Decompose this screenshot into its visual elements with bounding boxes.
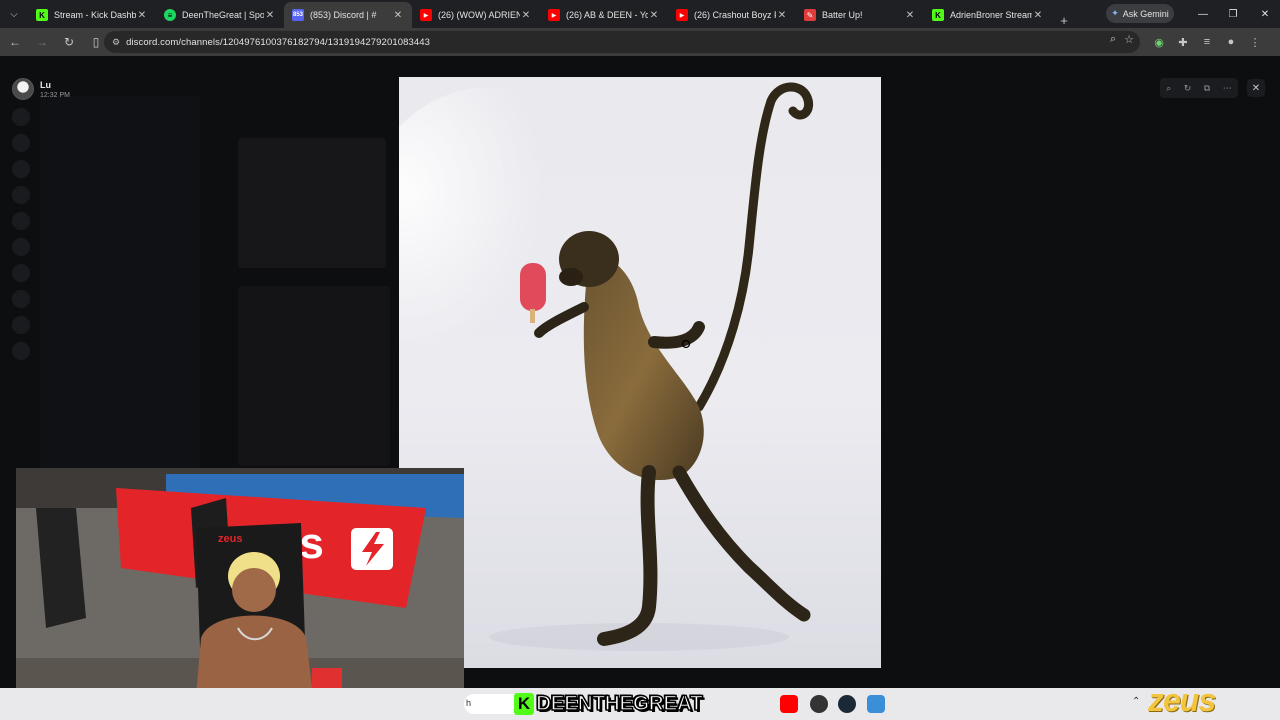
taskbar-search[interactable]: h [464, 694, 516, 714]
ask-gemini-label: Ask Gemini [1122, 8, 1169, 19]
extension-badge-icon[interactable]: ◉ [1150, 31, 1168, 53]
close-tab-icon[interactable]: ✕ [264, 10, 276, 21]
server-icon[interactable] [12, 238, 30, 256]
server-icon[interactable] [12, 342, 30, 360]
youtube-icon: ▶ [548, 9, 560, 21]
tab-search-icon[interactable]: ⌵ [0, 0, 28, 28]
expanded-image[interactable] [399, 77, 881, 668]
discord-icon: 853 [292, 9, 304, 21]
uploader-info: Lu 12:32 PM [12, 78, 70, 100]
zoom-in-icon[interactable]: ⌕ [1166, 83, 1171, 94]
server-icon[interactable] [12, 134, 30, 152]
bookmark-star-icon[interactable]: ☆ [1124, 33, 1134, 46]
url-text: discord.com/channels/1204976100376182794… [126, 36, 431, 48]
youtube-icon: ▶ [420, 9, 432, 21]
zoom-icon[interactable]: ⌕ [1110, 33, 1116, 46]
batter-icon: ✎ [804, 9, 816, 21]
server-list [8, 100, 34, 460]
server-icon[interactable] [12, 264, 30, 282]
open-external-icon[interactable]: ⧉ [1204, 83, 1210, 94]
ask-gemini-button[interactable]: ✦ Ask Gemini [1106, 4, 1174, 23]
close-tab-icon[interactable]: ✕ [776, 10, 788, 21]
channel-list-dimmed [40, 96, 200, 496]
forward-arrow-icon[interactable]: → [30, 30, 54, 54]
webcam-overlay: zeus zeus [16, 468, 464, 720]
server-icon[interactable] [12, 316, 30, 334]
tab-kick-dashboard[interactable]: K Stream - Kick Dashboard ✕ [28, 2, 156, 28]
tab-title: (26) Crashout Boyz FT [694, 10, 776, 20]
tab-title: AdrienBroner Stream [950, 10, 1032, 20]
spotify-icon: ≡ [164, 9, 176, 21]
tab-spotify[interactable]: ≡ DeenTheGreat | Spotify ✕ [156, 2, 284, 28]
tab-title: (26) AB & DEEN - YouTube [566, 10, 648, 20]
gemini-sparkle-icon: ✦ [1111, 8, 1119, 18]
kick-logo-icon: K [514, 693, 534, 715]
back-arrow-icon[interactable]: ← [3, 30, 27, 54]
viewer-controls: ⌕ ↻ ⧉ ⋯ [1160, 78, 1238, 98]
tab-youtube-2[interactable]: ▶ (26) AB & DEEN - YouTube ✕ [540, 2, 668, 28]
kick-icon: K [36, 9, 48, 21]
restore-button[interactable]: ❐ [1218, 0, 1248, 28]
chair-brand-text: zeus [218, 533, 242, 545]
reload-icon[interactable]: ↻ [57, 30, 81, 54]
address-bar[interactable]: ⚙ discord.com/channels/12049761003761827… [104, 31, 1140, 53]
reading-list-icon[interactable]: ≡ [1198, 31, 1216, 53]
app-icon[interactable] [867, 695, 885, 713]
toolbar-extensions: ◉ ✚ ≡ ● ⋮ [1150, 31, 1264, 53]
server-icon[interactable] [12, 186, 30, 204]
kick-streamer-badge: K DEENTHEGREAT [514, 691, 766, 716]
more-options-icon[interactable]: ⋯ [1223, 83, 1232, 94]
browser-toolbar: ← → ↻ ▯ ⚙ discord.com/channels/120497610… [0, 28, 1280, 56]
tab-title: Stream - Kick Dashboard [54, 10, 136, 20]
close-tab-icon[interactable]: ✕ [520, 10, 532, 21]
browser-menu-icon[interactable]: ⋮ [1246, 31, 1264, 53]
tab-youtube-1[interactable]: ▶ (26) (WOW) ADRIEN BRONER ✕ [412, 2, 540, 28]
avatar[interactable] [12, 78, 34, 100]
streamer-name: DEENTHEGREAT [535, 691, 703, 716]
server-icon[interactable] [12, 212, 30, 230]
uploader-name: Lu [40, 79, 51, 90]
extensions-puzzle-icon[interactable]: ✚ [1174, 31, 1192, 53]
close-tab-icon[interactable]: ✕ [904, 10, 916, 21]
close-tab-icon[interactable]: ✕ [648, 10, 660, 21]
steam-icon[interactable] [838, 695, 856, 713]
close-tab-icon[interactable]: ✕ [392, 10, 404, 21]
webcam-feed: zeus zeus [16, 468, 464, 720]
close-tab-icon[interactable]: ✕ [136, 10, 148, 21]
tab-title: (853) Discord | # [310, 10, 377, 20]
upload-time: 12:32 PM [40, 91, 70, 99]
minimize-button[interactable]: — [1188, 0, 1218, 28]
obs-icon[interactable] [810, 695, 828, 713]
tab-title: Batter Up! [822, 10, 863, 20]
tab-youtube-3[interactable]: ▶ (26) Crashout Boyz FT ✕ [668, 2, 796, 28]
tabs: K Stream - Kick Dashboard ✕ ≡ DeenTheGre… [28, 0, 1076, 28]
close-viewer-button[interactable]: ✕ [1247, 79, 1265, 97]
kick-icon: K [932, 9, 944, 21]
tab-adrien-stream[interactable]: K AdrienBroner Stream ✕ [924, 2, 1052, 28]
dimmed-message-image [238, 138, 386, 268]
youtube-icon[interactable] [780, 695, 798, 713]
site-info-icon[interactable]: ⚙ [112, 37, 120, 48]
server-icon[interactable] [12, 108, 30, 126]
server-icon[interactable] [12, 160, 30, 178]
tab-batter-up[interactable]: ✎ Batter Up! ✕ [796, 2, 924, 28]
server-icon[interactable] [12, 290, 30, 308]
new-tab-button[interactable]: + [1052, 13, 1076, 28]
screen: ⌵ K Stream - Kick Dashboard ✕ ≡ DeenTheG… [0, 0, 1280, 720]
tray-overflow-icon[interactable]: ⌃ [1132, 696, 1140, 707]
tab-title: DeenTheGreat | Spotify [182, 10, 264, 20]
dimmed-message-image [238, 286, 390, 466]
tab-discord[interactable]: 853 (853) Discord | # ✕ [284, 2, 412, 28]
tab-strip: ⌵ K Stream - Kick Dashboard ✕ ≡ DeenTheG… [0, 0, 1280, 28]
close-tab-icon[interactable]: ✕ [1032, 10, 1044, 21]
rotate-icon[interactable]: ↻ [1184, 83, 1192, 94]
monkey-popsicle-image [399, 77, 881, 668]
youtube-icon: ▶ [676, 9, 688, 21]
tab-title: (26) (WOW) ADRIEN BRONER [438, 10, 520, 20]
zeus-logo: zeus [1148, 682, 1216, 718]
close-window-button[interactable]: ✕ [1250, 0, 1280, 28]
profile-avatar-icon[interactable]: ● [1222, 31, 1240, 53]
